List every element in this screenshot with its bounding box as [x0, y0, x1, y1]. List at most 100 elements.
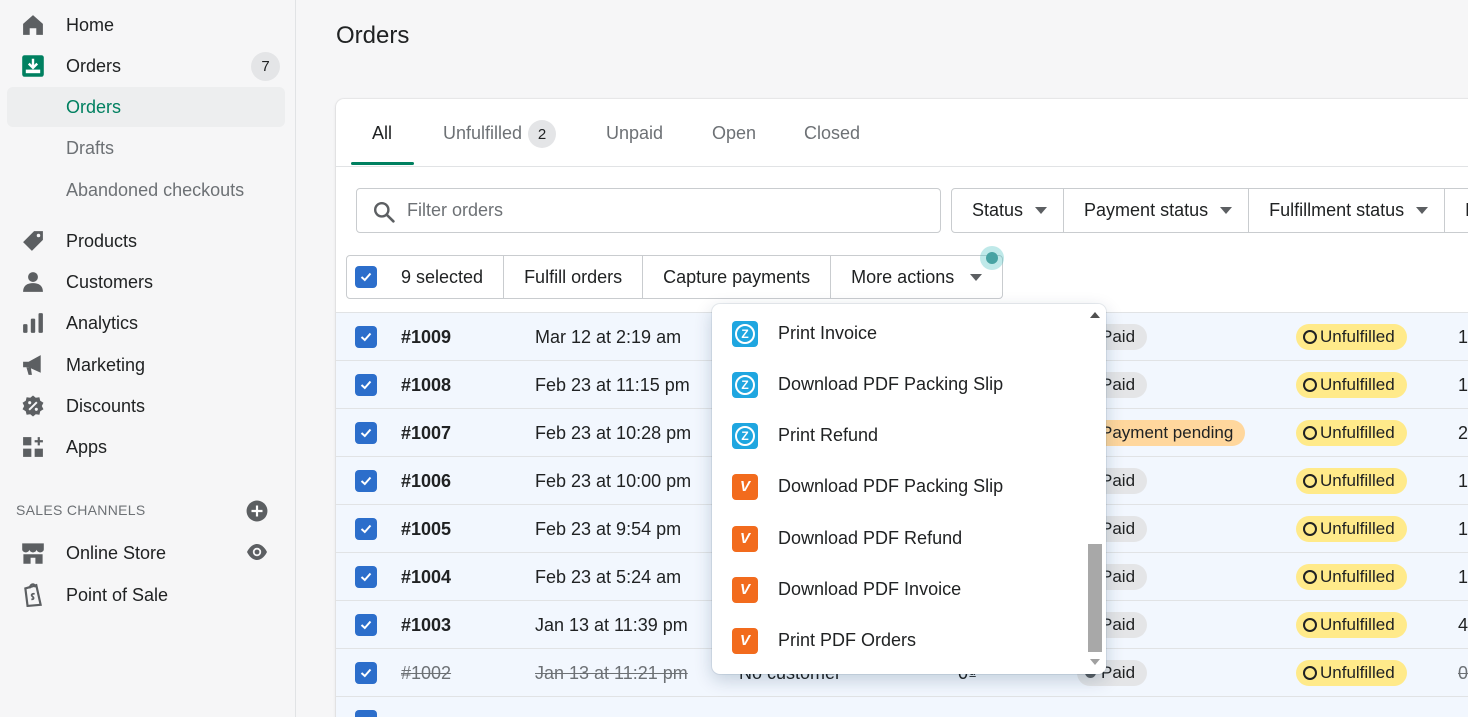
menu-item-print-invoice[interactable]: Z Print Invoice [712, 308, 1084, 359]
bulk-actions-bar: 9 selected Fulfill orders Capture paymen… [346, 255, 1004, 299]
sidebar-item-point-of-sale[interactable]: Point of Sale [0, 575, 296, 615]
tab-closed[interactable]: Closed [804, 123, 860, 144]
order-date: Jan 13 at 11:21 pm [535, 663, 688, 683]
home-icon [21, 13, 45, 37]
sidebar-subitem-label: Abandoned checkouts [66, 179, 245, 200]
fulfill-orders-button[interactable]: Fulfill orders [504, 256, 644, 298]
menu-item-download-pdf-refund[interactable]: V Download PDF Refund [712, 513, 1084, 564]
item-count: 1 [1458, 519, 1468, 539]
scrollbar-thumb[interactable] [1088, 544, 1102, 652]
more-filters-button[interactable]: M [1445, 189, 1468, 232]
bar-chart-icon [21, 311, 45, 335]
order-number[interactable]: #1007 [401, 423, 451, 444]
sidebar-item-orders[interactable]: Orders 7 [0, 46, 296, 86]
item-count: 1 [1458, 471, 1468, 491]
scroll-down-arrow-icon[interactable] [1090, 659, 1100, 665]
sidebar-item-discounts[interactable]: Discounts [0, 386, 296, 426]
tab-count-badge: 2 [528, 120, 557, 148]
sidebar-item-home[interactable]: Home [0, 5, 296, 45]
menu-item-print-pdf-orders[interactable]: V Print PDF Orders [712, 615, 1084, 666]
menu-item-print-refund[interactable]: Z Print Refund [712, 410, 1084, 461]
row-checkbox[interactable] [355, 326, 377, 348]
sidebar-item-products[interactable]: Products [0, 221, 296, 261]
row-checkbox[interactable] [355, 422, 377, 444]
menu-item-download-pdf-invoice[interactable]: V Download PDF Invoice [712, 564, 1084, 615]
menu-item-download-pdf-packing-slip-vf[interactable]: V Download PDF Packing Slip [712, 461, 1084, 512]
active-tab-indicator [351, 162, 414, 165]
menu-item-label: Print PDF Orders [778, 630, 917, 650]
row-checkbox[interactable] [355, 614, 377, 636]
item-count: 0 [1458, 663, 1468, 683]
order-number[interactable]: #1006 [401, 471, 451, 492]
sidebar-subitem-label: Orders [66, 96, 122, 117]
order-number[interactable]: #1004 [401, 567, 451, 588]
row-checkbox[interactable] [355, 566, 377, 588]
pos-icon [21, 583, 45, 607]
fulfillment-status-filter-button[interactable]: Fulfillment status [1249, 189, 1446, 232]
order-number[interactable]: #1009 [401, 327, 451, 348]
row-checkbox[interactable] [355, 662, 377, 684]
row-checkbox[interactable] [355, 374, 377, 396]
order-number[interactable]: #1005 [401, 519, 451, 540]
menu-item-label: Download PDF Invoice [778, 579, 962, 599]
scroll-up-arrow-icon[interactable] [1090, 312, 1100, 318]
row-checkbox[interactable] [355, 710, 377, 717]
fulfillment-status-badge: Unfulfilled [1296, 372, 1407, 398]
order-number[interactable]: #1008 [401, 375, 451, 396]
zapp-app-icon: Z [732, 422, 758, 449]
menu-item-label: Download PDF Packing Slip [778, 476, 1004, 496]
row-checkbox[interactable] [355, 470, 377, 492]
tab-unfulfilled[interactable]: Unfulfilled 2 [443, 120, 557, 148]
menu-item-label: Print Invoice [778, 323, 878, 343]
zapp-app-icon: Z [732, 320, 758, 347]
sidebar-item-customers[interactable]: Customers [0, 262, 296, 302]
sidebar-item-marketing[interactable]: Marketing [0, 345, 296, 385]
caret-down-icon [1035, 207, 1048, 214]
sidebar-item-analytics[interactable]: Analytics [0, 303, 296, 343]
view-store-eye-icon[interactable] [246, 542, 268, 562]
order-date: Jan 13 at 11:39 pm [535, 615, 688, 635]
selected-count: 9 selected [401, 266, 484, 287]
more-actions-menu: Z Print Invoice Z Download PDF Packing S… [712, 304, 1106, 674]
tab-label: Unfulfilled [443, 122, 523, 143]
fulfillment-status-badge: Unfulfilled [1296, 468, 1407, 494]
order-number[interactable]: #1002 [401, 663, 451, 684]
table-row[interactable] [336, 696, 1468, 717]
payment-status-filter-button[interactable]: Payment status [1064, 189, 1250, 232]
caret-down-icon [1220, 207, 1233, 214]
order-number[interactable]: #1003 [401, 615, 451, 636]
order-date: Feb 23 at 5:24 am [535, 567, 682, 587]
vf-app-icon: V [732, 525, 758, 552]
caret-down-icon [1416, 207, 1429, 214]
add-sales-channel-icon[interactable] [246, 500, 268, 522]
button-label: Payment status [1084, 200, 1209, 220]
menu-item-download-pdf-packing-slip[interactable]: Z Download PDF Packing Slip [712, 359, 1084, 410]
sidebar-item-label: Apps [66, 436, 108, 457]
sidebar-item-label: Products [66, 230, 138, 251]
fulfillment-status-badge: Unfulfilled [1296, 324, 1407, 350]
menu-item-label: Download PDF Packing Slip [778, 374, 1004, 394]
row-checkbox[interactable] [355, 518, 377, 540]
more-actions-button[interactable]: More actions [831, 256, 1002, 298]
tab-unpaid[interactable]: Unpaid [606, 123, 663, 144]
sidebar-subitem-abandoned-checkouts[interactable]: Abandoned checkouts [0, 170, 296, 210]
tab-open[interactable]: Open [712, 123, 756, 144]
sidebar-item-label: Discounts [66, 395, 146, 416]
sidebar-subitem-drafts[interactable]: Drafts [0, 128, 296, 168]
sidebar-item-label: Marketing [66, 354, 146, 375]
sidebar-subitem-label: Drafts [66, 137, 115, 158]
select-all-control[interactable]: 9 selected [347, 256, 505, 298]
status-filter-button[interactable]: Status [952, 189, 1065, 232]
page-title: Orders [336, 22, 410, 49]
tab-all[interactable]: All [372, 123, 392, 144]
discount-icon [21, 394, 45, 418]
sidebar-item-label: Online Store [66, 542, 167, 563]
sidebar-subitem-orders[interactable]: Orders [0, 87, 296, 127]
capture-payments-button[interactable]: Capture payments [643, 256, 832, 298]
filter-orders-input[interactable] [407, 189, 927, 232]
megaphone-icon [21, 353, 45, 377]
order-date: Feb 23 at 9:54 pm [535, 519, 682, 539]
sidebar-item-apps[interactable]: Apps [0, 427, 296, 467]
orders-icon [21, 54, 45, 78]
select-all-checkbox[interactable] [355, 266, 377, 288]
